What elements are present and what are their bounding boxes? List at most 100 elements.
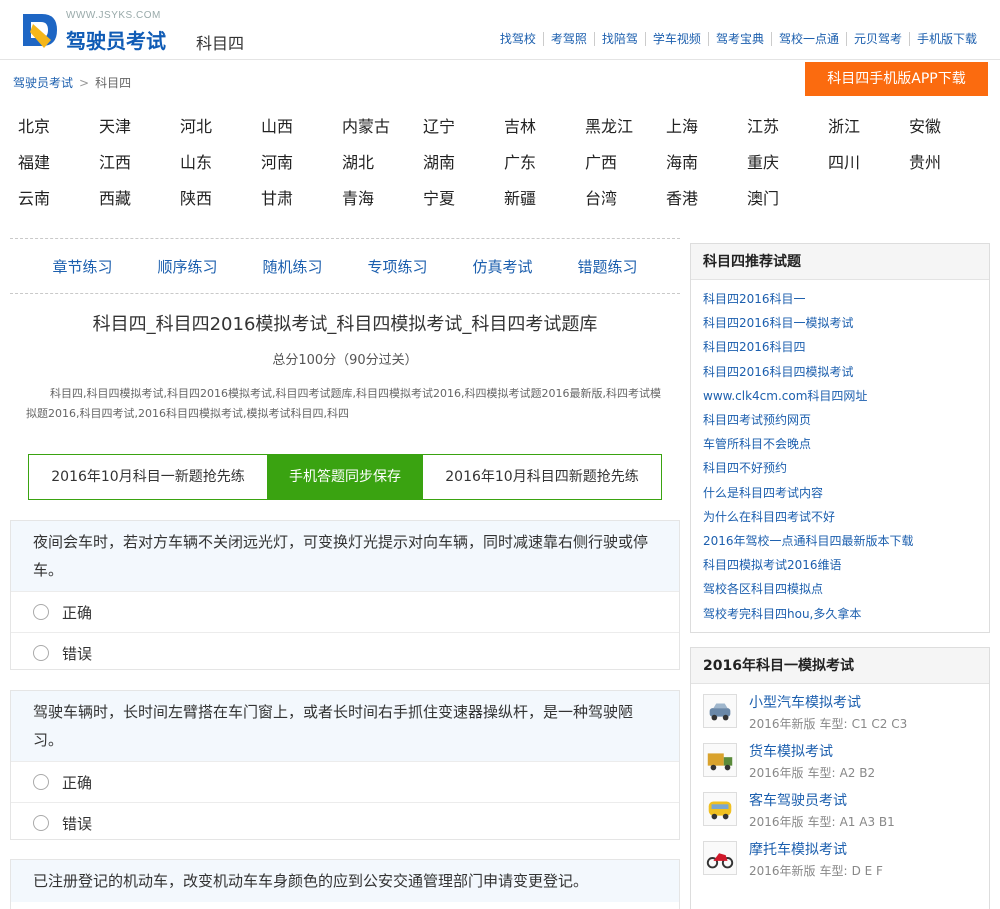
region-link[interactable]: 湖南 [423, 152, 504, 188]
question-text: 已注册登记的机动车，改变机动车车身颜色的应到公安交通管理部门申请变更登记。 [11, 860, 679, 902]
simulation-types: A2 B2 [839, 766, 876, 780]
logo-title: 驾驶员考试 [66, 29, 166, 53]
region-link[interactable]: 山东 [180, 152, 261, 188]
simulation-title[interactable]: 货车模拟考试 [749, 741, 833, 761]
region-link[interactable]: 湖北 [342, 152, 423, 188]
region-link[interactable]: 吉林 [504, 116, 585, 152]
region-row: 北京 天津 河北 山西 内蒙古 辽宁 吉林 黑龙江 上海 江苏 浙江 安徽 [18, 116, 998, 152]
breadcrumb-home[interactable]: 驾驶员考试 [13, 76, 73, 90]
question-card: 夜间会车时，若对方车辆不关闭远光灯，可变换灯光提示对向车辆，同时减速靠右侧行驶或… [10, 520, 680, 670]
answer-option[interactable]: 错误 [11, 802, 679, 843]
promo-tab-mobile-sync[interactable]: 手机答题同步保存 [267, 455, 423, 499]
region-link[interactable]: 福建 [18, 152, 99, 188]
simulation-item[interactable]: 摩托车模拟考试 2016年新版 车型: D E F [691, 835, 989, 884]
app-download-button[interactable]: 科目四手机版APP下载 [805, 62, 988, 96]
region-link[interactable]: 宁夏 [423, 188, 504, 224]
nav-yidiantong[interactable]: 驾校一点通 [770, 32, 846, 46]
region-link[interactable]: 河北 [180, 116, 261, 152]
nav-find-school[interactable]: 找驾校 [493, 32, 543, 46]
nav-mobile-download[interactable]: 手机版下载 [908, 32, 984, 46]
recommended-link[interactable]: 车管所科目不会晚点 [703, 432, 989, 456]
recommended-link[interactable]: 2016年驾校一点通科目四最新版本下载 [703, 529, 989, 553]
region-link[interactable]: 河南 [261, 152, 342, 188]
tab-wrong-answers[interactable]: 错题练习 [577, 256, 637, 277]
simulation-meta: 2016年版 车型: A1 A3 B1 [749, 813, 899, 830]
region-link[interactable]: 北京 [18, 116, 99, 152]
recommended-link[interactable]: 科目四2016科目一 [703, 287, 989, 311]
nav-get-license[interactable]: 考驾照 [542, 32, 594, 46]
tab-sequential-practice[interactable]: 顺序练习 [157, 256, 217, 277]
tab-topic-practice[interactable]: 专项练习 [367, 256, 427, 277]
region-link[interactable]: 青海 [342, 188, 423, 224]
answer-option[interactable]: 正确 [11, 591, 679, 632]
recommended-link[interactable]: 科目四2016科目一模拟考试 [703, 311, 989, 335]
region-link[interactable]: 内蒙古 [342, 116, 423, 152]
recommended-link[interactable]: 科目四2016科目四模拟考试 [703, 360, 989, 384]
recommended-link[interactable]: 驾校各区科目四模拟点 [703, 577, 989, 601]
region-link[interactable]: 西藏 [99, 188, 180, 224]
region-link[interactable]: 甘肃 [261, 188, 342, 224]
region-link[interactable]: 广西 [585, 152, 666, 188]
tab-random-practice[interactable]: 随机练习 [262, 256, 322, 277]
nav-videos[interactable]: 学车视频 [644, 32, 708, 46]
simulation-item[interactable]: 货车模拟考试 2016年版 车型: A2 B2 [691, 737, 989, 786]
tab-mock-exam[interactable]: 仿真考试 [472, 256, 532, 277]
simulation-title[interactable]: 客车驾驶员考试 [749, 790, 847, 810]
simulation-item[interactable]: 小型汽车模拟考试 2016年新版 车型: C1 C2 C3 [691, 688, 989, 737]
region-link[interactable]: 江西 [99, 152, 180, 188]
region-link[interactable]: 四川 [828, 152, 909, 188]
region-link[interactable]: 陕西 [180, 188, 261, 224]
simulation-edition: 2016年版 [749, 766, 804, 780]
radio-icon[interactable] [33, 645, 49, 661]
region-link[interactable]: 天津 [99, 116, 180, 152]
recommended-link[interactable]: 科目四2016科目四 [703, 335, 989, 359]
panel-title: 2016年科目一模拟考试 [691, 648, 989, 684]
radio-icon[interactable] [33, 774, 49, 790]
region-link[interactable]: 海南 [666, 152, 747, 188]
region-link[interactable]: 重庆 [747, 152, 828, 188]
simulation-title[interactable]: 摩托车模拟考试 [749, 839, 847, 859]
region-link[interactable]: 台湾 [585, 188, 666, 224]
region-link[interactable]: 上海 [666, 116, 747, 152]
radio-icon[interactable] [33, 815, 49, 831]
nav-find-coach[interactable]: 找陪驾 [593, 32, 645, 46]
region-link[interactable]: 新疆 [504, 188, 585, 224]
tab-chapter-practice[interactable]: 章节练习 [52, 256, 112, 277]
answer-option[interactable]: 正确 [11, 761, 679, 802]
simulation-item[interactable]: 客车驾驶员考试 2016年版 车型: A1 A3 B1 [691, 786, 989, 835]
region-link[interactable]: 安徽 [909, 116, 990, 152]
region-link[interactable]: 云南 [18, 188, 99, 224]
promo-tab-subject1-new[interactable]: 2016年10月科目一新题抢先练 [29, 455, 267, 499]
breadcrumb-separator: > [79, 76, 90, 90]
answer-option[interactable]: 错误 [11, 632, 679, 673]
simulation-types-label: 车型: [807, 766, 836, 780]
region-link[interactable]: 香港 [666, 188, 747, 224]
region-link[interactable]: 江苏 [747, 116, 828, 152]
simulation-meta: 2016年新版 车型: C1 C2 C3 [749, 715, 911, 732]
nav-baodian[interactable]: 驾考宝典 [707, 32, 771, 46]
region-link[interactable]: 黑龙江 [585, 116, 666, 152]
recommended-questions-panel: 科目四推荐试题 科目四2016科目一 科目四2016科目一模拟考试 科目四201… [690, 243, 990, 633]
recommended-link[interactable]: 科目四不好预约 [703, 456, 989, 480]
region-link[interactable]: 浙江 [828, 116, 909, 152]
region-link[interactable]: 澳门 [747, 188, 828, 224]
region-link[interactable]: 辽宁 [423, 116, 504, 152]
recommended-link[interactable]: 科目四考试预约网页 [703, 408, 989, 432]
breadcrumb-current: 科目四 [95, 76, 132, 90]
recommended-link[interactable]: 驾校考完科目四hou,多久拿本 [703, 602, 989, 626]
simulation-title[interactable]: 小型汽车模拟考试 [749, 692, 861, 712]
recommended-link-list: 科目四2016科目一 科目四2016科目一模拟考试 科目四2016科目四 科目四… [691, 280, 989, 626]
recommended-link[interactable]: 科目四模拟考试2016维语 [703, 553, 989, 577]
promo-tab-subject4-new[interactable]: 2016年10月科目四新题抢先练 [423, 455, 661, 499]
keywords-text: 科目四,科目四模拟考试,科目四2016模拟考试,科目四考试题库,科目四模拟考试2… [26, 387, 661, 420]
recommended-link[interactable]: www.clk4cm.com科目四网址 [703, 384, 989, 408]
top-nav: 找驾校 考驾照 找陪驾 学车视频 驾考宝典 驾校一点通 元贝驾考 手机版下载 [493, 32, 984, 46]
region-link[interactable]: 贵州 [909, 152, 990, 188]
nav-yuanbei[interactable]: 元贝驾考 [845, 32, 909, 46]
radio-icon[interactable] [33, 604, 49, 620]
page-title: 科目四_科目四2016模拟考试_科目四模拟考试_科目四考试题库 [92, 314, 598, 335]
recommended-link[interactable]: 什么是科目四考试内容 [703, 481, 989, 505]
region-link[interactable]: 广东 [504, 152, 585, 188]
region-link[interactable]: 山西 [261, 116, 342, 152]
recommended-link[interactable]: 为什么在科目四考试不好 [703, 505, 989, 529]
